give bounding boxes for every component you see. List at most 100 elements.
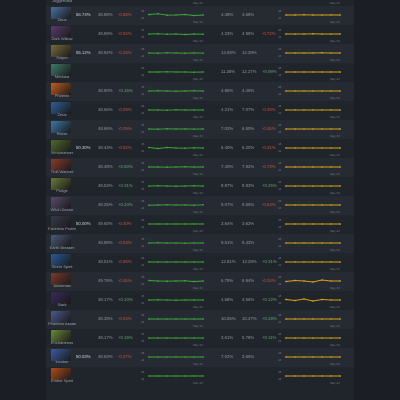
spark-axis-date: May 23 [330, 39, 340, 43]
spark-point [285, 33, 287, 35]
spark-point [303, 185, 305, 187]
spark-point [157, 89, 159, 92]
hero-name[interactable]: Storm Spirit [48, 265, 76, 269]
spark-point [321, 242, 323, 244]
spark-point [294, 33, 296, 35]
hero-name[interactable]: Pudge [48, 189, 76, 193]
spark-point [184, 242, 186, 245]
hero-name[interactable]: Earth Breaker [48, 246, 76, 250]
spark-point [148, 52, 150, 54]
spark-point [303, 71, 305, 73]
table-row[interactable]: Pudge 48.53% +0.31% 9.87% 9.83% +0.25% 48 44 May… [46, 177, 354, 196]
hero-name[interactable]: Enchantress [48, 341, 76, 345]
spark-point [285, 109, 287, 111]
spark-point [321, 14, 323, 16]
spark-point [321, 261, 323, 263]
table-row[interactable]: Sniper 55.12% 48.82% -0.26% 14.69% 14.28% 48 44… [46, 44, 354, 63]
spark-point [175, 108, 177, 111]
table-row[interactable]: Phantom Assassin 48.39% -0.04% 10.55% 10.47%… [46, 310, 354, 329]
hero-name[interactable]: Witch Doctor [48, 208, 76, 212]
hero-name[interactable]: Dark Willow [48, 37, 76, 41]
spark-point [303, 337, 305, 339]
spark-point [330, 337, 332, 339]
hero-name[interactable]: Faceless Protector [48, 227, 76, 231]
spark-point [193, 146, 195, 149]
table-row[interactable]: Medusa 11.38% 12.27% +0.99% 48 44 May 23 48 44 Ma… [46, 63, 354, 82]
win-rate-sparkline: 48 44 May 23 [141, 161, 204, 176]
stat-change: -0.26% [118, 50, 132, 55]
spark-point [294, 279, 296, 282]
spark-point [339, 356, 341, 358]
table-row[interactable]: Troll Warlord 48.48% +0.50% 7.40% 7.92% -0.73… [46, 158, 354, 177]
pick-rate-change: +0.25% [262, 183, 277, 188]
hero-name[interactable]: Medusa [48, 75, 76, 79]
stat-change: +0.16% [118, 88, 133, 93]
spark-point [193, 14, 195, 17]
spark-point [339, 375, 341, 377]
hero-name[interactable]: Troll Warlord [48, 170, 76, 174]
spark-point [321, 298, 323, 301]
table-row[interactable]: Ember Spirit 48 44 May 23 48 44 May 23 [46, 367, 354, 386]
table-row[interactable]: Storm Spirit 48.51% -0.66% 12.81% 13.29% +0.3… [46, 253, 354, 272]
hero-name[interactable]: Zeus [48, 113, 76, 117]
table-row[interactable]: Zeus 56.74% 48.88% -0.58% 4.48% 4.68% 48 44 May … [46, 6, 354, 25]
hero-name[interactable]: Ember Spirit [48, 379, 76, 383]
pick-rate-prev: 9.43% [242, 240, 255, 245]
table-row[interactable]: Venomancer 50.30% 48.43% -0.52% 6.40% 6.20% -0… [46, 139, 354, 158]
pick-rate: 3.61% [221, 335, 234, 340]
table-row[interactable]: Invoker 50.03% 48.63% -0.27% 7.02% 3.66% 48 44 M… [46, 348, 354, 367]
spark-point [166, 185, 168, 187]
table-row[interactable]: Faceless Protector50.00% 49.60% -0.40% 3.64… [46, 215, 354, 234]
spark-axis-high: 48 [141, 237, 145, 241]
spark-axis-low: 44 [278, 111, 282, 115]
spark-axis-date: May 23 [193, 172, 203, 176]
hero-name[interactable]: Phantom Assassin [48, 322, 76, 326]
spark-point [330, 318, 332, 320]
table-row[interactable]: Enchantress 48.17% +0.16% 3.61% 5.78% +0.11% 4… [46, 329, 354, 348]
spark-point [157, 337, 159, 339]
hero-name[interactable]: Zeus [48, 18, 76, 22]
spark-point [285, 280, 287, 283]
spark-point [175, 375, 177, 377]
spark-point [339, 261, 341, 263]
stat-value: 49.78% [98, 278, 113, 283]
pick-rate-sparkline: 48 44 May 23 [278, 85, 341, 100]
stat-value: 48.63% [98, 354, 113, 359]
pick-rate-sparkline: 48 44 May 23 [278, 104, 341, 119]
stat-value: 48.25% [98, 202, 113, 207]
table-row[interactable]: Dark Willow 48.89% -0.94% 4.23% 4.95% -0.72% 4… [46, 25, 354, 44]
table-row[interactable]: Alchemist 49.78% -0.46% 6.78% 6.94% -0.34% 48 4… [46, 272, 354, 291]
spark-point [339, 318, 341, 320]
table-row[interactable]: Razor 48.68% -0.09% 7.02% 6.60% -0.46% 48 44 May… [46, 120, 354, 139]
hero-name[interactable]: Alchemist [48, 284, 76, 288]
spark-point [303, 375, 305, 377]
stat-change: -0.40% [118, 221, 132, 226]
hero-name[interactable]: Juggernaut [48, 0, 76, 3]
spark-axis-high: 48 [141, 161, 145, 165]
spark-point [303, 280, 305, 282]
hero-name[interactable]: Sniper [48, 56, 76, 60]
stat-change: -0.09% [118, 126, 132, 131]
hero-name[interactable]: Venomancer [48, 151, 76, 155]
hero-name[interactable]: Razor [48, 132, 76, 136]
table-row[interactable]: Slark 48.17% +0.10% 4.68% 4.66% +0.12% 48 44 May… [46, 291, 354, 310]
table-row[interactable]: Earth Breaker 49.88% -0.53% 9.61% 9.43% 48 44 M… [46, 234, 354, 253]
table-row[interactable]: Witch Doctor 48.25% +0.34% 9.07% 9.56% -0.64%… [46, 196, 354, 215]
table-row[interactable]: Phoenix 48.60% +0.16% 4.86% 4.45% 48 44 May 23 4… [46, 82, 354, 101]
spark-axis-high: 48 [141, 28, 145, 32]
hero-name[interactable]: Phoenix [48, 94, 76, 98]
spark-point [157, 318, 159, 320]
hero-name[interactable]: Slark [48, 303, 76, 307]
spark-axis-date: May 23 [193, 343, 203, 347]
spark-point [202, 33, 204, 36]
pick-rate: 7.02% [221, 126, 234, 131]
stat-value: 48.66% [98, 107, 113, 112]
hero-name[interactable]: Invoker [48, 360, 76, 364]
spark-axis-low: 44 [141, 320, 145, 324]
spark-point [184, 299, 186, 301]
pick-rate-change: -0.34% [262, 278, 276, 283]
spark-axis-date: May 23 [193, 229, 203, 233]
table-row[interactable]: Zeus 48.66% -0.09% 4.21% 7.07% -0.49% 48 44 May … [46, 101, 354, 120]
pick-rate-prev: 7.07% [242, 107, 255, 112]
spark-point [202, 280, 204, 282]
